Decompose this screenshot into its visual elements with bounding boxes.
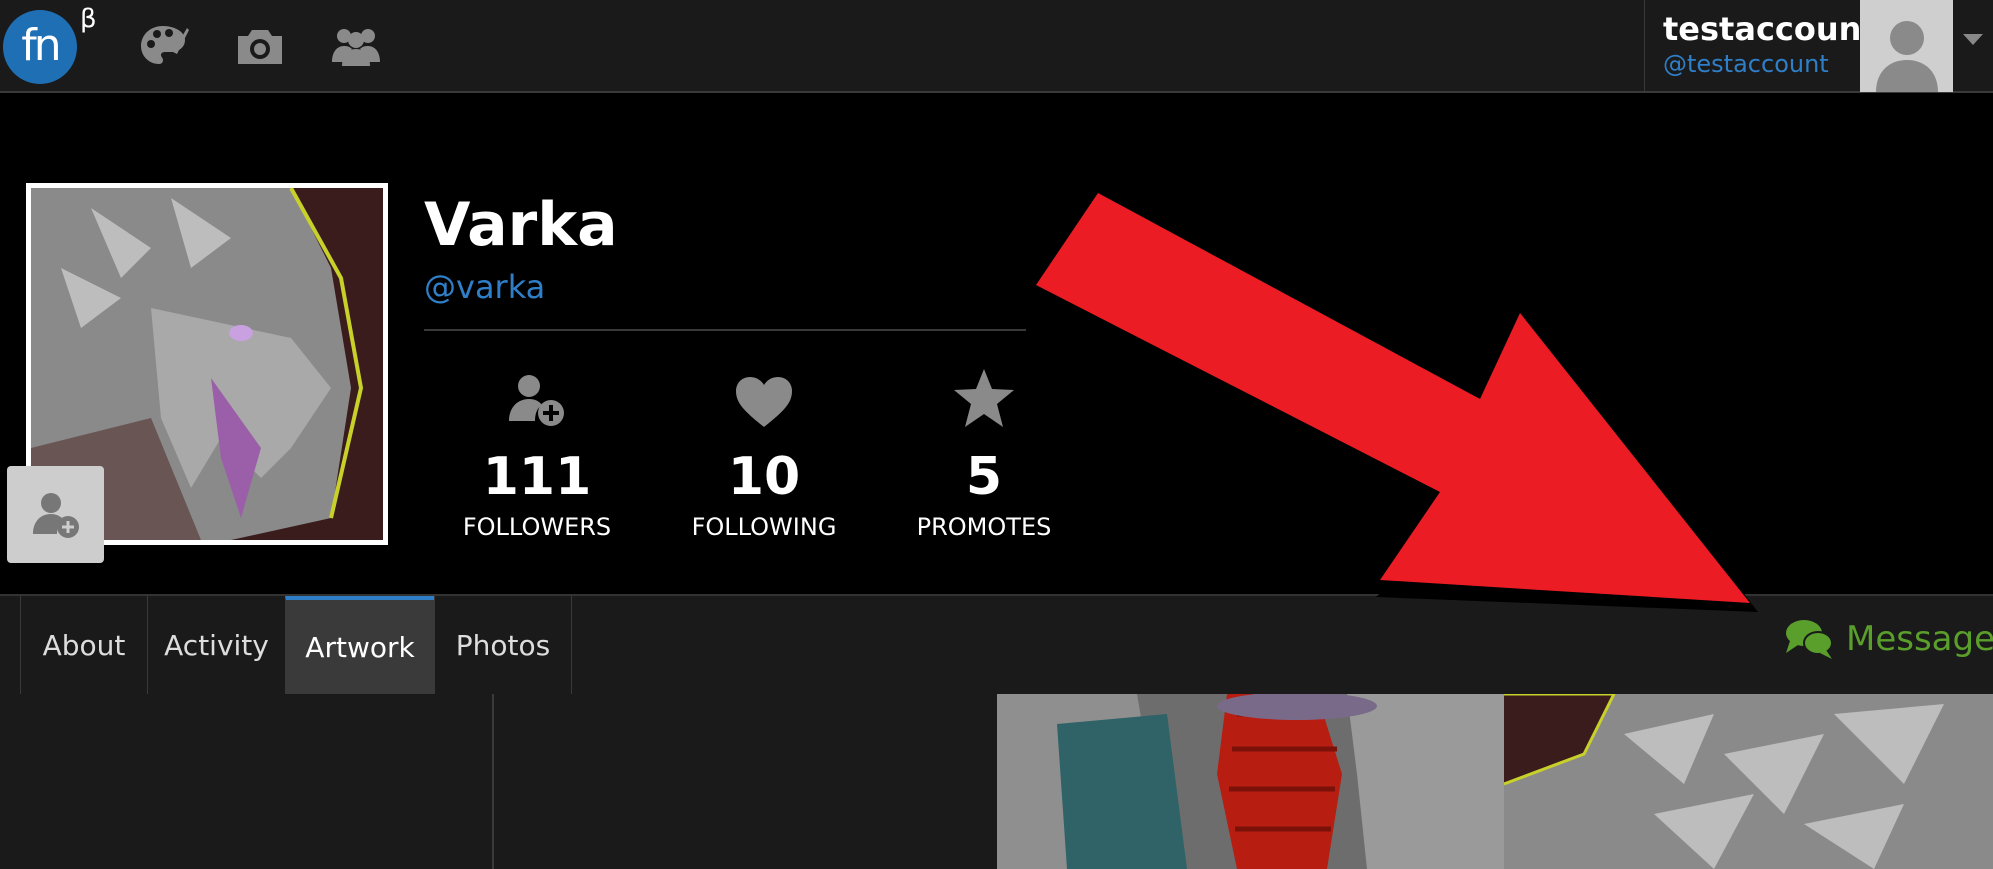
top-navigation-bar: fn β testaccount @testaccount (0, 0, 1993, 93)
profile-name: Varka (424, 190, 618, 260)
add-user-icon (32, 492, 79, 538)
heart-icon (736, 377, 792, 427)
followers-label: FOLLOWERS (462, 513, 612, 541)
beta-mark: β (80, 4, 97, 34)
camera-icon[interactable] (232, 20, 288, 72)
message-button[interactable]: Message (1784, 617, 1993, 661)
message-label: Message (1846, 619, 1993, 659)
following-count: 10 (727, 447, 801, 507)
tab-artwork[interactable]: Artwork (285, 596, 434, 694)
account-username: testaccount (1663, 10, 1877, 48)
red-arrow-annotation (1036, 193, 1758, 612)
content-divider (492, 694, 494, 869)
tab-activity[interactable]: Activity (147, 596, 285, 694)
tab-about[interactable]: About (20, 596, 147, 694)
artwork-thumbnail[interactable] (1504, 694, 1993, 869)
user-avatar[interactable] (1860, 0, 1953, 92)
account-handle: @testaccount (1663, 50, 1829, 78)
chevron-down-icon[interactable] (1963, 34, 1983, 45)
profile-handle[interactable]: @varka (424, 268, 545, 306)
followers-count: 111 (482, 447, 592, 507)
following-label: FOLLOWING (691, 513, 837, 541)
add-user-icon (509, 375, 564, 426)
stat-following[interactable]: 10 FOLLOWING (664, 365, 864, 541)
stat-followers[interactable]: 111 FOLLOWERS (437, 365, 637, 541)
dragon-artwork-image (997, 694, 1504, 869)
tab-photos[interactable]: Photos (434, 596, 572, 694)
palette-icon[interactable] (135, 20, 191, 72)
gray-dragon-artwork-image (1504, 694, 1993, 869)
star-icon (954, 369, 1014, 427)
site-logo[interactable]: fn (3, 10, 77, 84)
default-avatar-icon (1875, 21, 1938, 92)
follow-button[interactable] (7, 466, 104, 563)
logo-text: fn (21, 19, 61, 71)
profile-divider (424, 329, 1026, 331)
group-icon[interactable] (328, 20, 384, 72)
chat-bubbles-icon (1786, 620, 1833, 659)
artwork-thumbnail[interactable] (997, 694, 1504, 869)
